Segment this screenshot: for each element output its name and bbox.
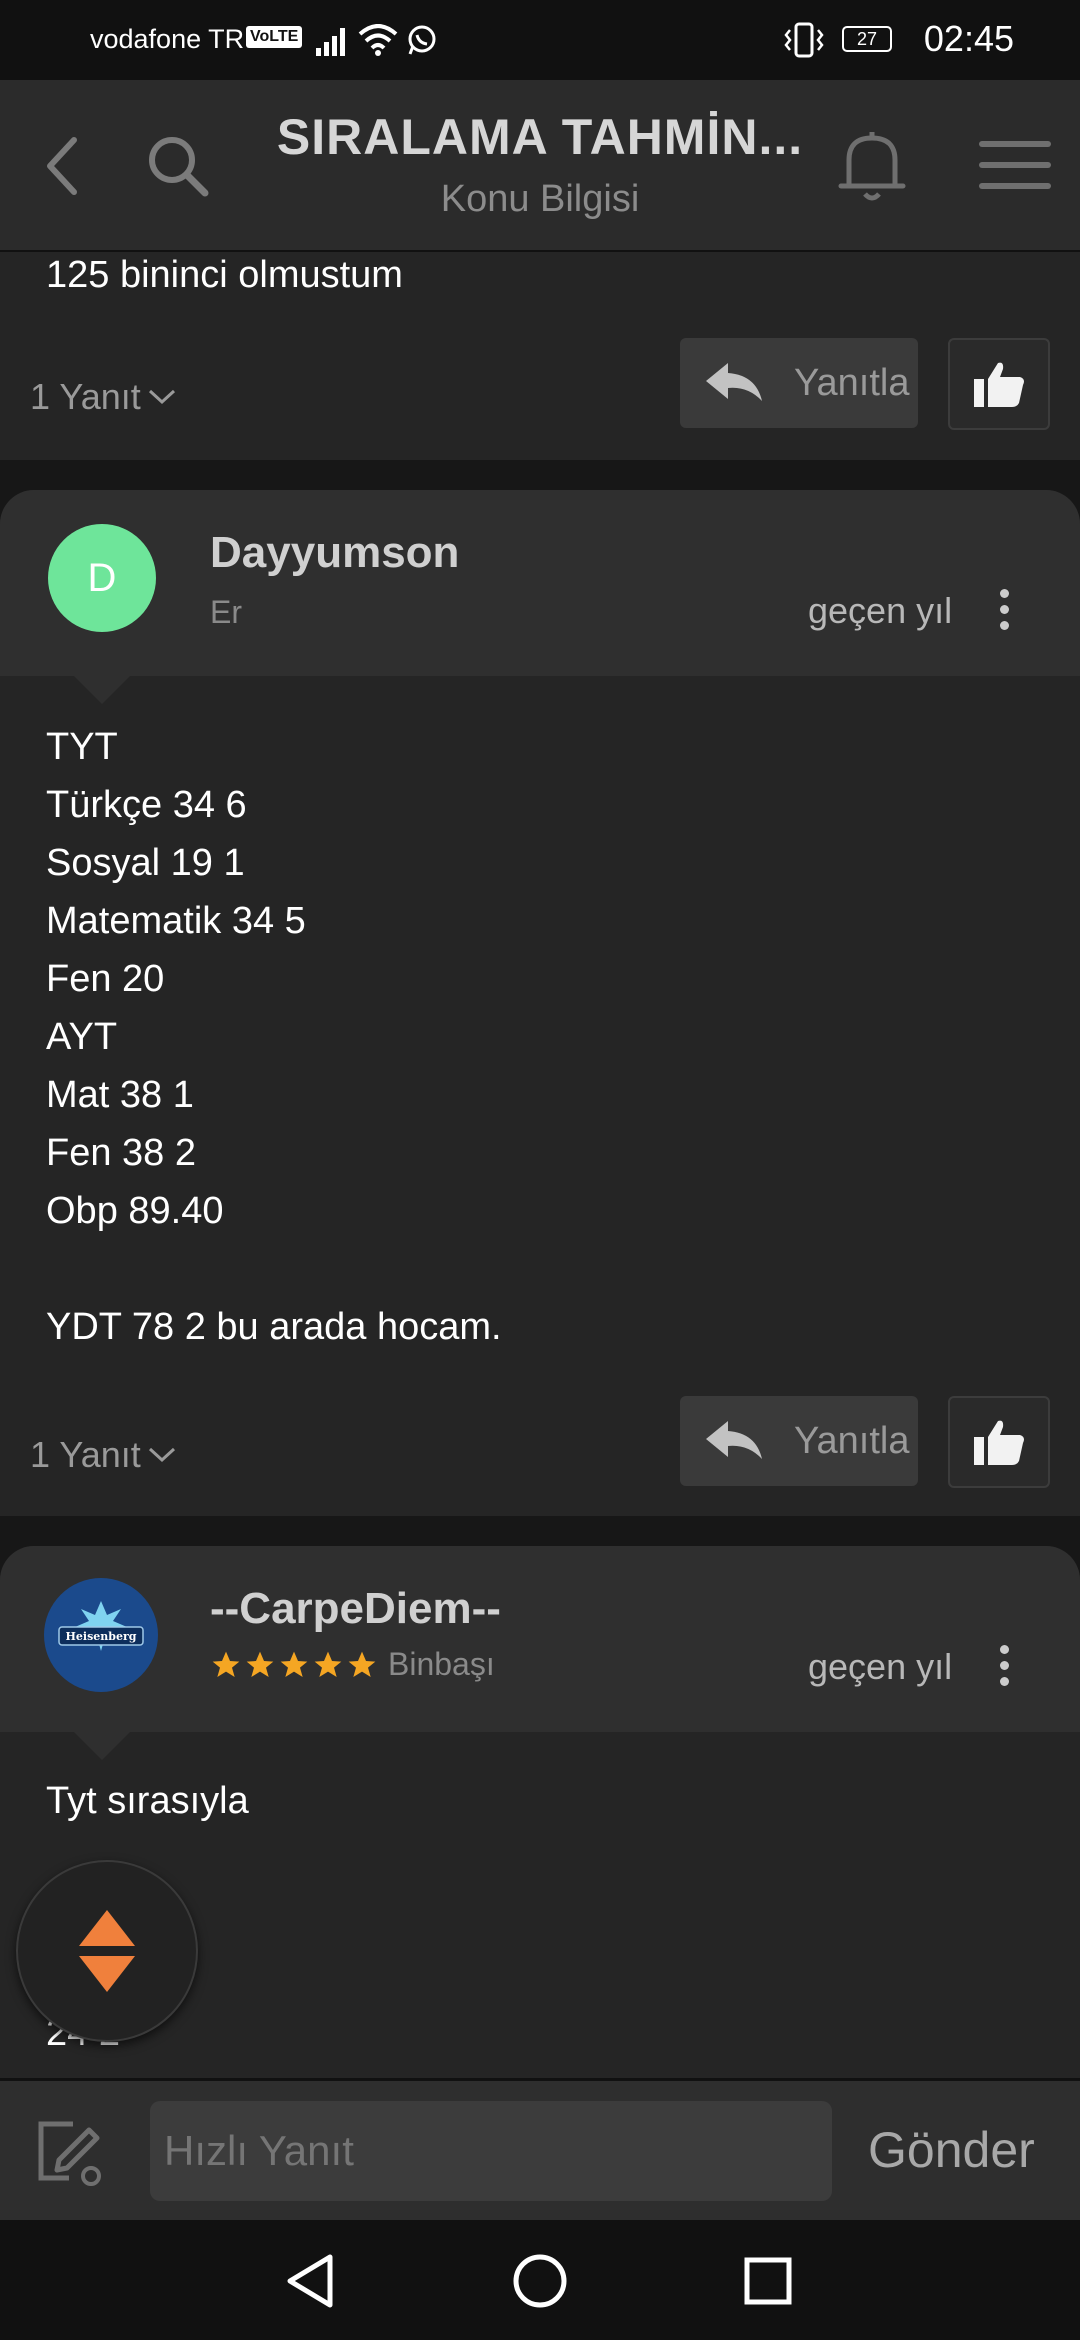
edit-settings-icon bbox=[38, 2121, 101, 2186]
post-body: TYT Türkçe 34 6 Sosyal 19 1 Matematik 34… bbox=[46, 718, 502, 1356]
scroll-up-down-icon bbox=[79, 1910, 135, 1992]
like-button[interactable] bbox=[948, 338, 1050, 430]
post-line: TYT bbox=[46, 726, 118, 768]
user-rank: Binbaşı bbox=[388, 1646, 495, 1682]
reply-count: 1 Yanıt bbox=[30, 376, 141, 417]
scroll-navigation-button[interactable] bbox=[16, 1860, 198, 2042]
circle-home-icon bbox=[513, 2254, 567, 2308]
back-button[interactable] bbox=[22, 126, 102, 206]
send-button[interactable]: Gönder bbox=[868, 2121, 1035, 2179]
notifications-button[interactable] bbox=[830, 124, 914, 208]
star-icon bbox=[348, 1651, 376, 1677]
post-header bbox=[0, 490, 1080, 676]
signal-icon bbox=[316, 28, 345, 56]
reply-button[interactable]: Yanıtla bbox=[680, 1396, 918, 1486]
like-button[interactable] bbox=[948, 1396, 1050, 1488]
replies-toggle[interactable]: 1 Yanıt bbox=[30, 1434, 177, 1476]
reply-label: Yanıtla bbox=[794, 1419, 910, 1462]
nav-home-button[interactable] bbox=[500, 2244, 580, 2318]
chevron-down-icon bbox=[148, 1447, 175, 1463]
menu-button[interactable] bbox=[970, 130, 1060, 200]
advanced-editor-button[interactable] bbox=[30, 2111, 112, 2193]
avatar[interactable]: Heisenberg bbox=[44, 1578, 158, 1692]
system-navigation-bar bbox=[0, 2220, 1080, 2340]
post-line: Fen 38 2 bbox=[46, 1132, 196, 1174]
post-line: Obp 89.40 bbox=[46, 1190, 224, 1232]
bell-icon bbox=[838, 132, 906, 201]
square-recents-icon bbox=[744, 2257, 792, 2305]
thumbs-up-icon bbox=[974, 1420, 1024, 1465]
post-line bbox=[46, 1240, 502, 1298]
star-icon bbox=[212, 1651, 240, 1677]
thumbs-up-icon bbox=[974, 362, 1024, 407]
status-bar: vodafone TR VoLTE 27 02:45 bbox=[0, 0, 1080, 80]
vibrate-icon bbox=[784, 22, 824, 58]
rating-stars: Binbaşı bbox=[210, 1646, 495, 1683]
post-line: YDT 78 2 bu arada hocam. bbox=[46, 1306, 502, 1348]
post-text: 125 bininci olmustum bbox=[46, 254, 403, 296]
svg-text:Heisenberg: Heisenberg bbox=[66, 1630, 137, 1643]
avatar[interactable]: D bbox=[48, 524, 156, 632]
reply-label: Yanıtla bbox=[794, 361, 910, 404]
search-button[interactable] bbox=[138, 126, 218, 206]
star-icon bbox=[314, 1651, 342, 1677]
post-previous: 125 bininci olmustum 1 Yanıt Yanıtla bbox=[0, 252, 1080, 460]
post-line: AYT bbox=[46, 1016, 118, 1058]
more-options-icon[interactable] bbox=[1000, 1638, 1010, 1693]
user-rank: Er bbox=[210, 594, 242, 630]
nav-recents-button[interactable] bbox=[728, 2246, 808, 2316]
battery-icon: 27 bbox=[842, 26, 892, 52]
post-line: Mat 38 1 bbox=[46, 1074, 194, 1116]
post-header bbox=[0, 1546, 1080, 1732]
post-time: geçen yıl bbox=[808, 590, 953, 631]
quick-reply-bar: Gönder bbox=[0, 2078, 1080, 2223]
avatar-letter: D bbox=[87, 555, 117, 600]
replies-toggle[interactable]: 1 Yanıt bbox=[30, 376, 177, 418]
post-line: Fen 20 bbox=[46, 958, 165, 1000]
nav-back-button[interactable] bbox=[270, 2246, 350, 2316]
heisenberg-logo-icon: Heisenberg bbox=[58, 1601, 144, 1651]
username[interactable]: Dayyumson bbox=[210, 528, 459, 578]
post-line: Matematik 34 5 bbox=[46, 900, 306, 942]
reply-button[interactable]: Yanıtla bbox=[680, 338, 918, 428]
search-icon bbox=[149, 137, 209, 197]
clock: 02:45 bbox=[923, 18, 1014, 59]
page-title: SIRALAMA TAHMİN... bbox=[276, 109, 804, 165]
post-line: Tyt sırasıyla bbox=[46, 1780, 249, 1822]
username[interactable]: --CarpeDiem-- bbox=[210, 1584, 501, 1634]
reply-count: 1 Yanıt bbox=[30, 1434, 141, 1475]
reply-arrow-icon bbox=[706, 1421, 762, 1459]
post-line: Türkçe 34 6 bbox=[46, 784, 247, 826]
reply-arrow-icon bbox=[706, 363, 762, 401]
star-icon bbox=[246, 1651, 274, 1677]
page-subtitle: Konu Bilgisi bbox=[440, 178, 640, 220]
post-line: Sosyal 19 1 bbox=[46, 842, 245, 884]
chevron-left-icon bbox=[47, 137, 77, 195]
whatsapp-icon bbox=[408, 25, 436, 55]
more-options-icon[interactable] bbox=[1000, 582, 1010, 637]
carrier-label: vodafone TR bbox=[90, 24, 245, 54]
post-time: geçen yıl bbox=[808, 1646, 953, 1687]
quick-reply-input[interactable] bbox=[150, 2101, 832, 2201]
post-card: D Dayyumson Er geçen yıl TYT Türkçe 34 6… bbox=[0, 490, 1080, 1516]
volte-badge: VoLTE bbox=[246, 26, 303, 48]
triangle-back-icon bbox=[287, 2254, 333, 2308]
wifi-icon bbox=[358, 24, 398, 56]
header-pointer bbox=[74, 676, 130, 704]
star-icon bbox=[280, 1651, 308, 1677]
chevron-down-icon bbox=[148, 389, 175, 405]
top-app-bar: SIRALAMA TAHMİN... Konu Bilgisi bbox=[0, 80, 1080, 252]
header-pointer bbox=[74, 1732, 130, 1760]
hamburger-menu-icon bbox=[979, 141, 1051, 189]
